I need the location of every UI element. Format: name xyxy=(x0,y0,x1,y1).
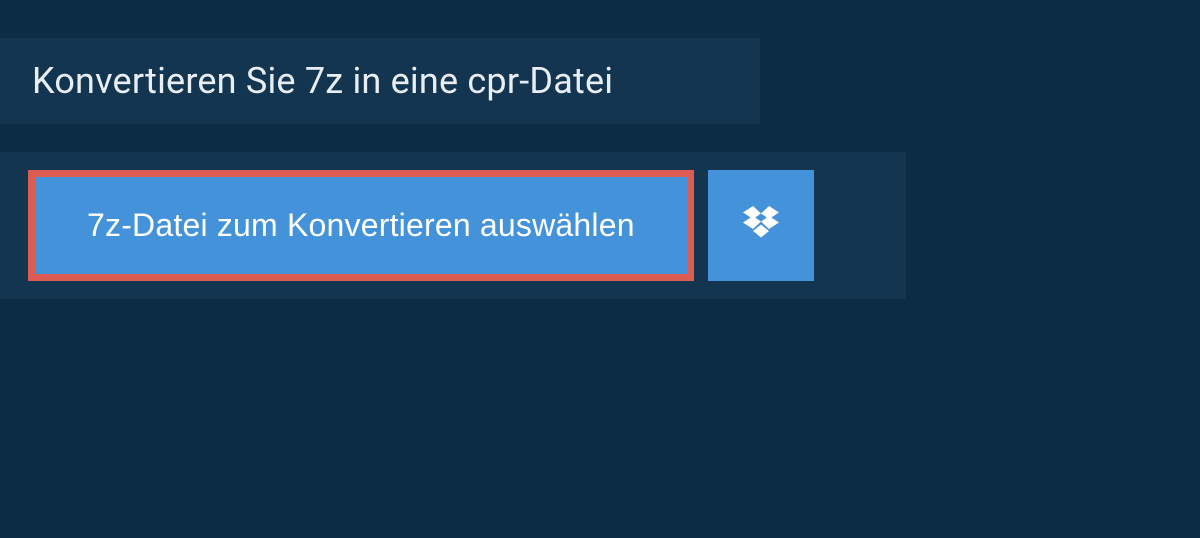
select-file-button[interactable]: 7z-Datei zum Konvertieren auswählen xyxy=(35,177,687,274)
page-title: Konvertieren Sie 7z in eine cpr-Datei xyxy=(32,60,728,102)
upload-panel: 7z-Datei zum Konvertieren auswählen xyxy=(0,152,906,299)
select-file-highlight: 7z-Datei zum Konvertieren auswählen xyxy=(28,170,694,281)
dropbox-button[interactable] xyxy=(708,170,814,281)
header-band: Konvertieren Sie 7z in eine cpr-Datei xyxy=(0,38,760,124)
dropbox-icon xyxy=(741,204,781,247)
